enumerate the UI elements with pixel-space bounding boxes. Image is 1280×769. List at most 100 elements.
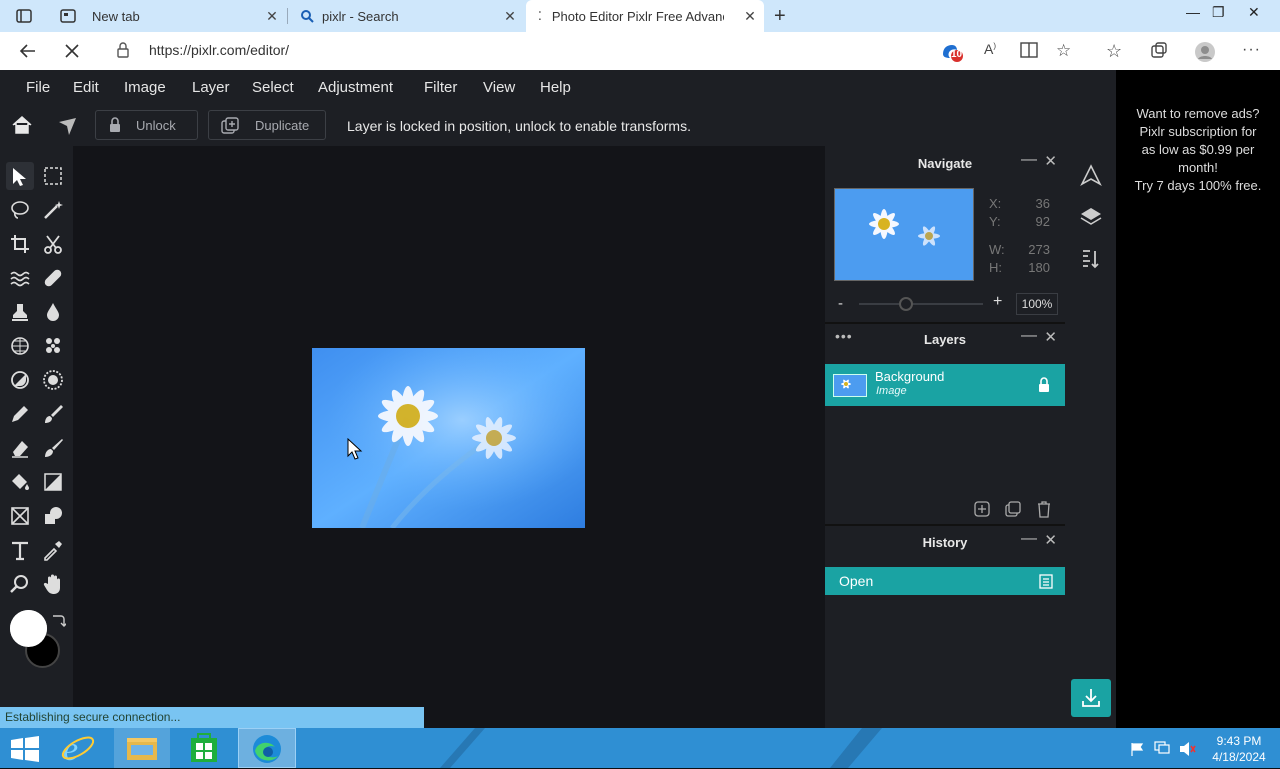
restore-window-icon[interactable]: ❐ — [1212, 4, 1225, 21]
internet-explorer-taskbar-icon[interactable]: e — [50, 728, 106, 768]
cutout-tool[interactable] — [39, 230, 67, 258]
fill-tool[interactable] — [6, 468, 34, 496]
back-icon[interactable] — [18, 41, 38, 61]
blur-tool[interactable] — [39, 298, 67, 326]
zoom-slider[interactable] — [859, 303, 983, 305]
arrange-tool-icon[interactable] — [56, 115, 78, 137]
network-tray-icon[interactable] — [1154, 741, 1170, 755]
newtab-icon — [60, 8, 76, 24]
menu-select[interactable]: Select — [252, 79, 294, 96]
close-window-icon[interactable]: ✕ — [1248, 4, 1260, 21]
close-panel-icon[interactable]: ✕ — [1044, 152, 1057, 170]
close-tab-icon[interactable]: ✕ — [742, 8, 758, 24]
start-button[interactable] — [0, 728, 56, 768]
volume-muted-icon[interactable] — [1178, 741, 1196, 757]
menu-edit[interactable]: Edit — [73, 79, 99, 96]
delete-layer-icon[interactable] — [1036, 500, 1052, 518]
text-tool[interactable] — [6, 536, 34, 564]
profile-avatar[interactable] — [1194, 41, 1216, 63]
zoom-level-field[interactable]: 100% — [1016, 293, 1058, 315]
navigate-toggle-icon[interactable] — [1080, 164, 1102, 186]
stop-loading-icon[interactable] — [62, 41, 82, 61]
sponge-tool[interactable] — [6, 332, 34, 360]
crop-tool[interactable] — [6, 230, 34, 258]
menu-help[interactable]: Help — [540, 79, 571, 96]
lasso-tool[interactable] — [6, 196, 34, 224]
adjustments-toggle-icon[interactable] — [1081, 248, 1101, 270]
layer-lock-icon[interactable] — [1037, 377, 1051, 393]
add-favorite-icon[interactable]: ☆ — [1056, 41, 1078, 63]
close-tab-icon[interactable]: ✕ — [264, 8, 280, 24]
menu-image[interactable]: Image — [124, 79, 166, 96]
tab-title: Photo Editor Pixlr Free Advanced — [551, 8, 724, 24]
minimize-window-icon[interactable]: — — [1186, 4, 1200, 20]
extension-badge: 10 — [951, 49, 963, 60]
layer-thumbnail — [833, 374, 867, 397]
save-download-button[interactable] — [1071, 679, 1111, 717]
flag-tray-icon[interactable] — [1130, 742, 1144, 756]
arrange-tool[interactable] — [6, 162, 34, 190]
home-icon[interactable] — [10, 114, 34, 136]
close-panel-icon[interactable]: ✕ — [1044, 328, 1057, 346]
heal-tool[interactable] — [39, 264, 67, 292]
swap-colors-icon[interactable] — [50, 612, 66, 628]
hand-tool[interactable] — [39, 570, 67, 598]
more-options-icon[interactable]: ··· — [1242, 41, 1264, 63]
draw-shapes-tool[interactable] — [39, 502, 67, 530]
magic-wand-tool[interactable] — [39, 196, 67, 224]
zoom-tool[interactable] — [6, 570, 34, 598]
duplicate-layer-icon[interactable] — [1005, 501, 1021, 517]
close-panel-icon[interactable]: ✕ — [1044, 531, 1057, 549]
zoom-in-button[interactable]: + — [993, 293, 1002, 311]
liquify-tool[interactable] — [6, 264, 34, 292]
tab-photo-editor[interactable]: ⁚ Photo Editor Pixlr Free Advanced ✕ — [526, 0, 764, 32]
read-aloud-icon[interactable]: A) — [984, 41, 1006, 63]
add-layer-icon[interactable] — [974, 501, 990, 517]
menu-file[interactable]: File — [26, 79, 50, 96]
new-tab-plus-icon[interactable]: + — [774, 6, 786, 26]
minimize-panel-icon[interactable]: — — [1021, 530, 1037, 548]
zoom-slider-handle[interactable] — [899, 297, 913, 311]
navigate-panel-header: Navigate — ✕ — [825, 146, 1065, 180]
layers-toggle-icon[interactable] — [1080, 206, 1102, 226]
gradient-tool[interactable] — [39, 468, 67, 496]
pencil-tool[interactable] — [6, 400, 34, 428]
duplicate-button[interactable]: Duplicate — [208, 110, 326, 140]
unlock-button[interactable]: Unlock — [95, 110, 198, 140]
history-item[interactable]: Open — [825, 567, 1065, 595]
zoom-out-button[interactable]: - — [838, 295, 843, 312]
split-screen-icon[interactable] — [1020, 41, 1042, 63]
menu-filter[interactable]: Filter — [424, 79, 457, 96]
collections-icon[interactable] — [1150, 41, 1172, 63]
close-tab-icon[interactable]: ✕ — [502, 8, 518, 24]
tab-new-tab[interactable]: New tab ✕ — [48, 0, 286, 32]
marquee-tool[interactable] — [39, 162, 67, 190]
dodge-burn-tool[interactable] — [6, 366, 34, 394]
menu-layer[interactable]: Layer — [192, 79, 230, 96]
minimize-panel-icon[interactable]: — — [1021, 327, 1037, 345]
edge-taskbar-icon[interactable] — [238, 728, 296, 768]
shape-tool[interactable] — [6, 502, 34, 530]
clock-date: 4/18/2024 — [1212, 750, 1266, 764]
brush-tool[interactable] — [39, 400, 67, 428]
color-picker-tool[interactable] — [39, 536, 67, 564]
menu-view[interactable]: View — [483, 79, 515, 96]
vignette-tool[interactable] — [39, 366, 67, 394]
layer-row[interactable]: Background Image — [825, 364, 1065, 406]
eraser-tool[interactable] — [6, 434, 34, 462]
tab-pixlr-search[interactable]: pixlr - Search ✕ — [288, 0, 524, 32]
file-explorer-taskbar-icon[interactable] — [114, 728, 170, 768]
minimize-panel-icon[interactable]: — — [1021, 151, 1037, 169]
tab-actions-icon[interactable] — [16, 8, 32, 24]
smart-brush-tool[interactable] — [39, 434, 67, 462]
url-field[interactable]: https://pixlr.com/editor/ — [104, 35, 936, 65]
ad-text-line[interactable]: Try 7 days 100% free. — [1116, 177, 1280, 195]
navigator-preview[interactable] — [834, 188, 974, 281]
extension-icon[interactable]: 10 — [940, 41, 963, 63]
clone-stamp-tool[interactable] — [6, 298, 34, 326]
color-replace-tool[interactable] — [39, 332, 67, 360]
store-taskbar-icon[interactable] — [176, 728, 232, 768]
taskbar-clock[interactable]: 9:43 PM 4/18/2024 — [1206, 733, 1272, 765]
menu-adjustment[interactable]: Adjustment — [318, 79, 393, 96]
favorites-icon[interactable]: ☆ — [1106, 41, 1128, 63]
